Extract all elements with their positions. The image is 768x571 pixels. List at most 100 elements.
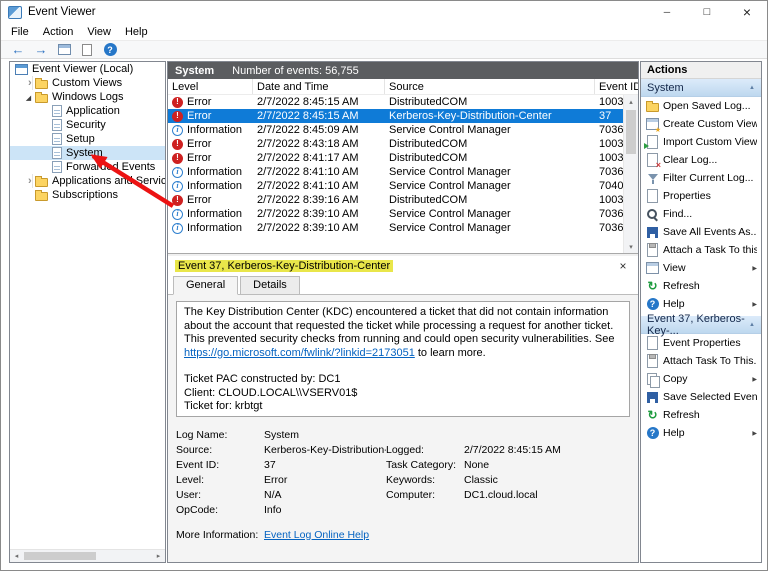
tree-horizontal-scrollbar[interactable] <box>10 549 165 562</box>
action-label: Find... <box>663 208 692 220</box>
action-save-selected-event[interactable]: Save Selected Event... <box>641 388 761 406</box>
chevron-expanded-icon[interactable] <box>24 91 33 103</box>
save-icon <box>646 226 659 239</box>
field-label: More Information: <box>176 529 264 541</box>
event-source: Service Control Manager <box>385 207 595 221</box>
tree-item-subscriptions[interactable]: Subscriptions <box>10 188 165 202</box>
tree-item-setup[interactable]: Setup <box>10 132 165 146</box>
close-preview-icon[interactable] <box>615 259 631 273</box>
action-properties[interactable]: Properties <box>641 187 761 205</box>
action-event-properties[interactable]: Event Properties <box>641 334 761 352</box>
event-row-selected[interactable]: Error 2/7/2022 8:45:15 AM Kerberos-Key-D… <box>168 109 638 123</box>
tree-item-custom-views[interactable]: Custom Views <box>10 76 165 90</box>
back-icon[interactable] <box>9 42 27 58</box>
action-filter-current-log[interactable]: Filter Current Log... <box>641 169 761 187</box>
tree-item-security[interactable]: Security <box>10 118 165 132</box>
tree-item-system[interactable]: System <box>10 146 165 160</box>
action-refresh-event[interactable]: Refresh <box>641 406 761 424</box>
refresh-icon <box>646 409 659 422</box>
tree-item-windows-logs[interactable]: Windows Logs <box>10 90 165 104</box>
console-tree-icon[interactable] <box>58 44 71 55</box>
task-icon <box>646 244 659 257</box>
action-import-custom-view[interactable]: Import Custom View... <box>641 133 761 151</box>
tree-label: Custom Views <box>52 77 122 89</box>
event-row[interactable]: Error 2/7/2022 8:41:17 AM DistributedCOM… <box>168 151 638 165</box>
window-controls <box>647 1 767 23</box>
tree-item-event-viewer-local[interactable]: Event Viewer (Local) <box>10 62 165 76</box>
event-row[interactable]: Information 2/7/2022 8:45:09 AM Service … <box>168 123 638 137</box>
level-text: Error <box>187 152 211 164</box>
event-row[interactable]: Information 2/7/2022 8:41:10 AM Service … <box>168 165 638 179</box>
actions-section-event[interactable]: Event 37, Kerberos-Key-... <box>641 316 761 334</box>
folder-icon <box>35 178 48 187</box>
preview-pane: Event 37, Kerberos-Key-Distribution-Cent… <box>168 256 638 562</box>
error-icon <box>172 97 183 108</box>
event-datetime: 2/7/2022 8:41:10 AM <box>253 179 385 193</box>
column-level[interactable]: Level <box>168 79 253 94</box>
action-help[interactable]: Help <box>641 295 761 313</box>
actions-header: Actions <box>641 62 761 79</box>
action-help-event[interactable]: Help <box>641 424 761 442</box>
menu-action[interactable]: Action <box>36 26 81 38</box>
action-label: Open Saved Log... <box>663 100 751 112</box>
event-row[interactable]: Information 2/7/2022 8:39:10 AM Service … <box>168 221 638 235</box>
event-log-icon <box>52 133 62 145</box>
preview-title: Event 37, Kerberos-Key-Distribution-Cent… <box>175 260 393 272</box>
preview-title-bar: Event 37, Kerberos-Key-Distribution-Cent… <box>168 256 638 275</box>
fwlink-link[interactable]: https://go.microsoft.com/fwlink/?linkid=… <box>184 347 415 359</box>
tree-item-forwarded-events[interactable]: Forwarded Events <box>10 160 165 174</box>
column-event-id[interactable]: Event ID <box>595 79 638 94</box>
action-create-custom-view[interactable]: Create Custom View... <box>641 115 761 133</box>
column-source[interactable]: Source <box>385 79 595 94</box>
action-view[interactable]: View <box>641 259 761 277</box>
tab-details[interactable]: Details <box>240 276 300 295</box>
action-copy[interactable]: Copy <box>641 370 761 388</box>
action-open-saved-log[interactable]: Open Saved Log... <box>641 97 761 115</box>
preview-tabs: General Details <box>168 275 638 295</box>
action-save-all-events-as[interactable]: Save All Events As... <box>641 223 761 241</box>
action-find[interactable]: Find... <box>641 205 761 223</box>
copy-icon <box>646 373 659 386</box>
view-icon <box>646 262 659 275</box>
level-text: Error <box>187 96 211 108</box>
menu-file[interactable]: File <box>4 26 36 38</box>
tab-general[interactable]: General <box>173 276 238 295</box>
forward-icon[interactable] <box>32 42 50 58</box>
close-icon[interactable] <box>727 1 767 23</box>
scroll-up-icon[interactable] <box>624 95 638 108</box>
console-tree-panel: Event Viewer (Local) Custom Views Window… <box>9 61 166 563</box>
field-value: System <box>264 429 386 441</box>
action-attach-task-to-event[interactable]: Attach Task To This... <box>641 352 761 370</box>
action-clear-log[interactable]: Clear Log... <box>641 151 761 169</box>
event-row[interactable]: Error 2/7/2022 8:45:15 AM DistributedCOM… <box>168 95 638 109</box>
scroll-down-icon[interactable] <box>624 240 638 253</box>
event-datetime: 2/7/2022 8:45:15 AM <box>253 95 385 109</box>
chevron-collapsed-icon[interactable] <box>24 174 33 188</box>
description-text: The Key Distribution Center (KDC) encoun… <box>184 306 614 345</box>
scroll-left-icon[interactable] <box>10 550 23 562</box>
find-icon <box>646 208 659 221</box>
actions-section-system[interactable]: System <box>641 79 761 97</box>
tree-item-application[interactable]: Application <box>10 104 165 118</box>
event-list-scrollbar[interactable] <box>623 95 638 253</box>
chevron-collapsed-icon[interactable] <box>24 76 33 90</box>
minimize-icon[interactable] <box>647 1 687 23</box>
event-row[interactable]: Error 2/7/2022 8:43:18 AM DistributedCOM… <box>168 137 638 151</box>
help-toolbar-icon[interactable] <box>101 42 119 58</box>
event-row[interactable]: Information 2/7/2022 8:41:10 AM Service … <box>168 179 638 193</box>
event-log-online-help-link[interactable]: Event Log Online Help <box>264 529 386 541</box>
column-date-time[interactable]: Date and Time <box>253 79 385 94</box>
tree-item-applications-and-services[interactable]: Applications and Services Lo <box>10 174 165 188</box>
maximize-icon[interactable] <box>687 1 727 23</box>
menu-help[interactable]: Help <box>118 26 155 38</box>
menu-view[interactable]: View <box>80 26 118 38</box>
action-refresh[interactable]: Refresh <box>641 277 761 295</box>
scroll-right-icon[interactable] <box>152 550 165 562</box>
event-row[interactable]: Error 2/7/2022 8:39:16 AM DistributedCOM… <box>168 193 638 207</box>
event-row[interactable]: Information 2/7/2022 8:39:10 AM Service … <box>168 207 638 221</box>
scrollbar-thumb[interactable] <box>24 552 96 560</box>
action-attach-task-to-log[interactable]: Attach a Task To this... <box>641 241 761 259</box>
properties-icon[interactable] <box>82 44 92 56</box>
field-value: Classic <box>464 474 630 486</box>
scrollbar-thumb[interactable] <box>626 110 636 154</box>
